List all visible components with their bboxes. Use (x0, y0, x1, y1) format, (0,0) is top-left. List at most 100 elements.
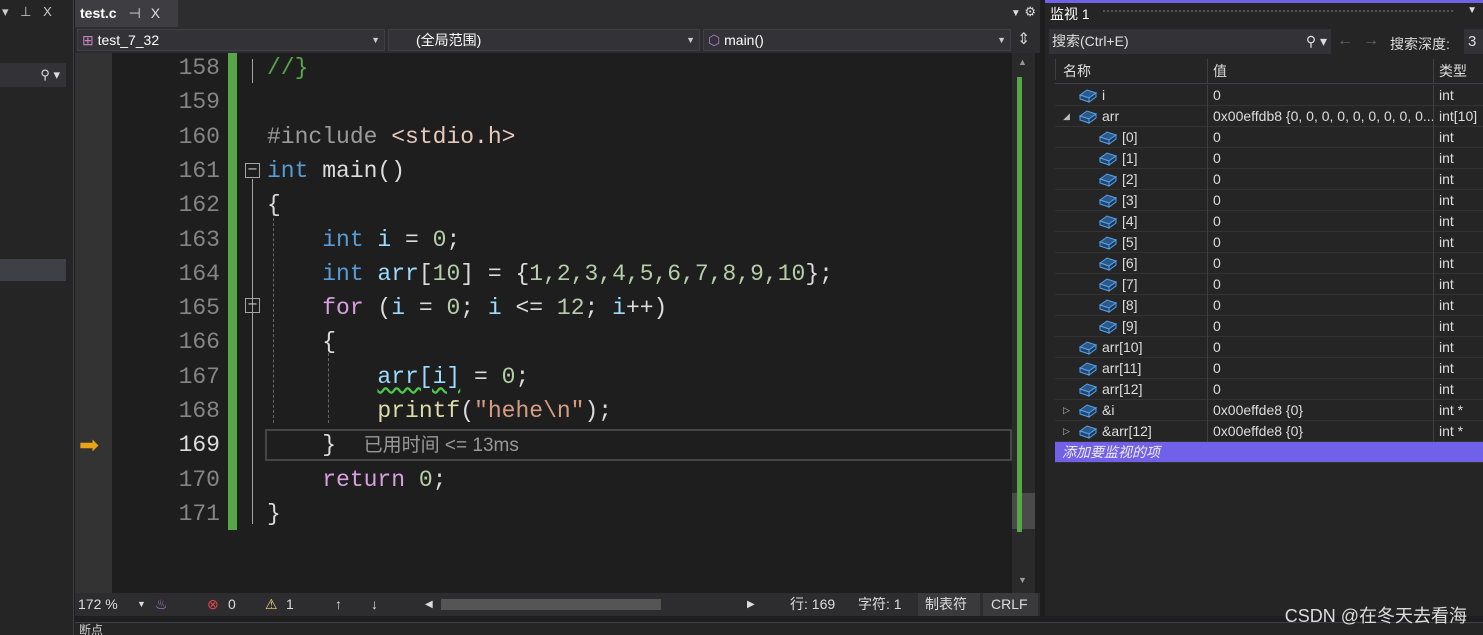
watch-row[interactable]: arr[12] 0 int (1055, 379, 1483, 400)
watch-value[interactable]: 0 (1207, 190, 1433, 211)
vertical-scrollbar[interactable]: ▲ ▼ (1012, 53, 1035, 593)
code-editor[interactable]: ➡ 158 159 160 161 162 163 164 165 166 167 168 169 17… (75, 53, 1035, 593)
column-header-name[interactable]: 名称 (1055, 59, 1207, 80)
watch-value[interactable]: 0x00effde8 {0} (1207, 421, 1433, 442)
watch-type: int (1433, 232, 1483, 253)
code-line-171: } (267, 500, 281, 527)
search-icon[interactable]: ⚲ ▾ (1306, 29, 1327, 54)
add-watch-item-row[interactable]: 添加要监视的项 (1055, 442, 1483, 463)
watch-row[interactable]: ▷ &i 0x00effde8 {0} int * (1055, 400, 1483, 421)
dropdown-icon[interactable]: ▼ (1011, 8, 1021, 19)
watch-name: [8] (1122, 297, 1138, 313)
project-dropdown[interactable]: ⊞ test_7_32 ▼ (77, 29, 385, 51)
chevron-down-icon[interactable]: ▼ (137, 593, 146, 616)
watch-value[interactable]: 0 (1207, 211, 1433, 232)
watch-row[interactable]: [2] 0 int (1055, 169, 1483, 190)
scroll-right-icon[interactable]: ▶ (747, 593, 755, 616)
indicator-margin[interactable] (75, 53, 112, 593)
column-header-value[interactable]: 值 (1207, 59, 1433, 84)
tab-test-c[interactable]: test.c ⊣ X (75, 0, 178, 27)
panel-header-icons[interactable]: ▾ ⊥ X (2, 4, 56, 20)
warning-icon[interactable]: ⚠ (265, 593, 278, 616)
watch-row[interactable]: [8] 0 int (1055, 295, 1483, 316)
dropdown-icon[interactable]: ▼ (1467, 5, 1477, 16)
column-header-type[interactable]: 类型 (1433, 59, 1483, 84)
function-name: main() (724, 32, 764, 48)
watch-row[interactable]: [3] 0 int (1055, 190, 1483, 211)
error-count[interactable]: 0 (228, 593, 236, 616)
watch-row[interactable]: ◢ arr 0x00effdb8 {0, 0, 0, 0, 0, 0, 0, 0, … (1055, 106, 1483, 127)
code-line-162: { (267, 192, 281, 219)
search-depth-input[interactable]: 3 (1464, 29, 1483, 54)
watch-value[interactable]: 0 (1207, 379, 1433, 400)
previous-issue-icon[interactable]: ↑ (335, 593, 342, 616)
bottom-panel-tab[interactable]: 断点 (79, 623, 103, 635)
back-arrow-icon[interactable]: ← (1337, 32, 1353, 50)
watch-name-cell: ▷ &i (1055, 400, 1207, 421)
line-number: 165 (178, 295, 220, 322)
watch-value[interactable]: 0 (1207, 232, 1433, 253)
selected-panel-item[interactable] (0, 259, 66, 281)
watch-row[interactable]: i 0 int (1055, 85, 1483, 106)
code-line-158: //} (267, 55, 309, 81)
watch-value[interactable]: 0 (1207, 295, 1433, 316)
watch-value[interactable]: 0x00effdb8 {0, 0, 0, 0, 0, 0, 0, 0, 0... (1207, 106, 1433, 127)
watch-value[interactable]: 0 (1207, 127, 1433, 148)
scroll-left-icon[interactable]: ◀ (425, 593, 433, 616)
change-tracking-bar (228, 53, 237, 530)
watch-value[interactable]: 0 (1207, 253, 1433, 274)
drag-grip[interactable] (1103, 10, 1453, 15)
watch-value[interactable]: 0 (1207, 358, 1433, 379)
eol-indicator[interactable]: CRLF (983, 593, 1038, 616)
warning-count[interactable]: 1 (286, 593, 294, 616)
watch-type: int (1433, 316, 1483, 337)
collapse-icon[interactable]: − (245, 163, 260, 178)
panel-search-box[interactable]: ⚲ ▾ (0, 63, 66, 87)
watch-value[interactable]: 0 (1207, 85, 1433, 106)
watch-value[interactable]: 0 (1207, 316, 1433, 337)
scroll-thumb[interactable] (1012, 493, 1035, 529)
expand-icon[interactable]: ▷ (1063, 400, 1070, 421)
watch-value[interactable]: 0 (1207, 169, 1433, 190)
close-icon[interactable]: X (151, 5, 160, 21)
watch-value[interactable]: 0 (1207, 148, 1433, 169)
watch-row[interactable]: [1] 0 int (1055, 148, 1483, 169)
watch-value[interactable]: 0 (1207, 337, 1433, 358)
pin-icon[interactable]: ⊣ (129, 5, 141, 21)
expand-icon[interactable]: ▷ (1063, 421, 1070, 442)
next-issue-icon[interactable]: ↓ (371, 593, 378, 616)
watch-value[interactable]: 0x00effde8 {0} (1207, 400, 1433, 421)
perf-tip[interactable]: 已用时间 <= 13ms (364, 435, 519, 456)
expand-icon[interactable]: ◢ (1063, 106, 1070, 127)
gear-icon[interactable]: ⚙ (1024, 4, 1036, 19)
code-line-163: int i = 0; (267, 226, 461, 253)
split-editor-icon[interactable]: ⇕ (1017, 29, 1030, 49)
scope-dropdown[interactable]: (全局范围) ▼ (388, 29, 700, 51)
warning-squiggle[interactable]: arr[i] (377, 364, 460, 390)
collapse-icon[interactable]: − (245, 298, 260, 313)
tab-overflow-and-settings[interactable]: ▼ ⚙ (1011, 4, 1036, 20)
watch-search-input[interactable]: 搜索(Ctrl+E) ⚲ ▾ (1049, 29, 1331, 54)
watch-value[interactable]: 0 (1207, 274, 1433, 295)
watch-row[interactable]: [6] 0 int (1055, 253, 1483, 274)
watch-row[interactable]: [5] 0 int (1055, 232, 1483, 253)
watch-row[interactable]: [4] 0 int (1055, 211, 1483, 232)
zoom-dropdown[interactable]: 172 % (78, 593, 118, 616)
watch-row[interactable]: ▷ &arr[12] 0x00effde8 {0} int * (1055, 421, 1483, 442)
horizontal-scrollbar[interactable] (441, 599, 661, 610)
watch-row[interactable]: [0] 0 int (1055, 127, 1483, 148)
watch-row[interactable]: arr[10] 0 int (1055, 337, 1483, 358)
watch-name-cell: [5] (1055, 232, 1207, 253)
forward-arrow-icon[interactable]: → (1363, 32, 1379, 50)
chevron-down-icon: ▼ (997, 35, 1006, 45)
line-number: 170 (178, 466, 220, 493)
outline-line (252, 59, 253, 83)
copilot-icon[interactable]: ♨ (155, 593, 168, 616)
function-dropdown[interactable]: ⬡ main() ▼ (703, 29, 1011, 51)
add-watch-item-input[interactable]: 添加要监视的项 (1055, 442, 1207, 463)
watch-row[interactable]: [7] 0 int (1055, 274, 1483, 295)
error-icon[interactable]: ⊗ (207, 593, 219, 616)
tabs-indicator[interactable]: 制表符 (918, 593, 980, 616)
watch-row[interactable]: arr[11] 0 int (1055, 358, 1483, 379)
watch-row[interactable]: [9] 0 int (1055, 316, 1483, 337)
